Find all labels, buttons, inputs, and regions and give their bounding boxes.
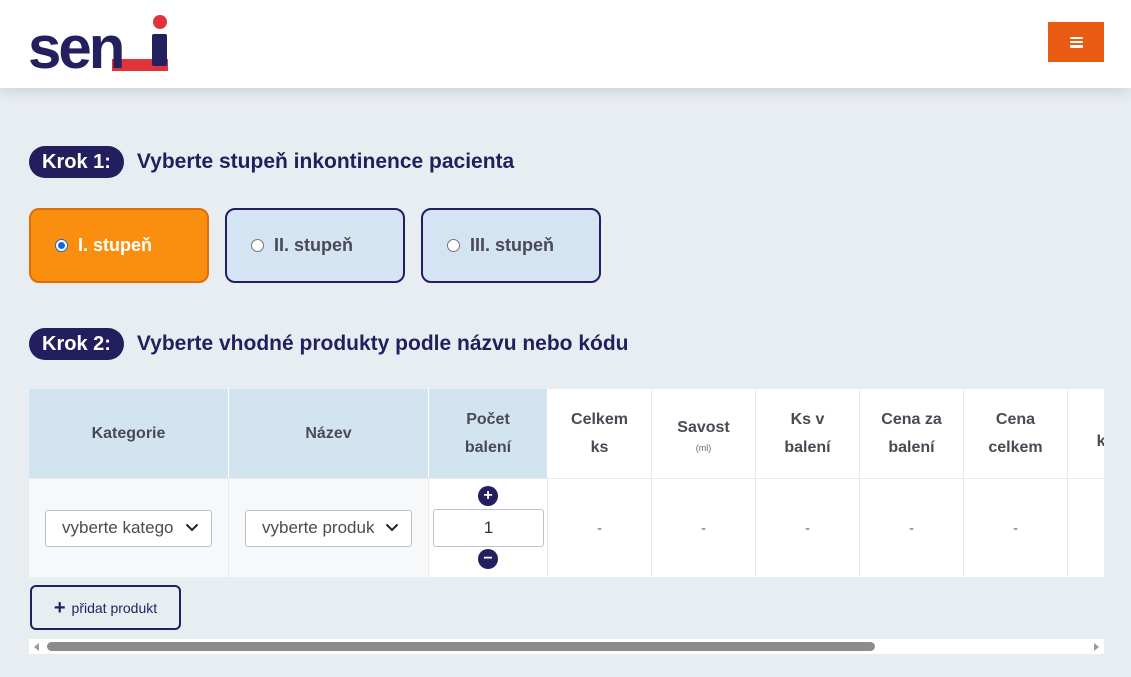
header-label: Kategorie — [91, 424, 166, 442]
site-header: sen — [0, 0, 1131, 88]
step-2-badge: Krok 2: — [29, 328, 124, 360]
add-product-button[interactable]: + přidat produkt — [30, 585, 181, 630]
degree-option-3[interactable]: III. stupeň — [421, 208, 601, 283]
chevron-down-icon — [185, 523, 199, 531]
increase-quantity-button[interactable]: + — [478, 486, 498, 506]
column-header-celkem-ks: Celkem ks — [548, 389, 652, 478]
column-header-kategorie: Kategorie — [29, 389, 229, 478]
select-value: vyberte produkt — [262, 518, 374, 537]
column-header-pocet-baleni: Počet balení — [429, 389, 548, 478]
plus-icon: + — [483, 487, 493, 504]
degree-option-2[interactable]: II. stupeň — [225, 208, 405, 283]
category-select[interactable]: vyberte kategorii — [45, 509, 212, 547]
hamburger-icon — [1069, 36, 1083, 48]
table-cell-savost: - — [652, 478, 756, 577]
step-1-badge: Krok 1: — [29, 146, 124, 178]
degree-option-1[interactable]: I. stupeň — [29, 208, 209, 283]
table-cell-cut-off — [1068, 478, 1104, 577]
header-label: ks — [590, 438, 609, 456]
radio-button[interactable] — [447, 239, 460, 252]
product-select[interactable]: vyberte produkt — [245, 509, 412, 547]
scroll-right-arrow-icon[interactable] — [1094, 643, 1099, 651]
horizontal-scrollbar[interactable] — [29, 639, 1104, 654]
degree-option-label: III. stupeň — [470, 235, 555, 255]
select-value: vyberte kategorii — [62, 518, 174, 537]
column-header-cut-off: Pks(1 — [1068, 389, 1104, 478]
header-label: Počet — [466, 410, 510, 428]
decrease-quantity-button[interactable]: − — [478, 549, 498, 569]
table-cell-nazev: vyberte produkt — [229, 478, 429, 577]
chevron-down-icon — [385, 523, 399, 531]
svg-text:sen: sen — [28, 14, 122, 74]
step-1-heading: Krok 1: Vyberte stupeň inkontinence paci… — [29, 146, 514, 178]
header-label: balení — [784, 438, 831, 456]
header-label: Cena za — [881, 410, 942, 428]
step-2-title: Vyberte vhodné produkty podle názvu nebo… — [136, 332, 629, 355]
column-header-cena-celkem: Cena celkem — [964, 389, 1068, 478]
header-unit: (ml) — [695, 442, 712, 453]
table-cell-pocet: + 1 − — [429, 478, 548, 577]
plus-icon: + — [53, 596, 66, 619]
table-cell-cena-celkem: - — [964, 478, 1068, 577]
degree-option-label: I. stupeň — [78, 235, 153, 255]
column-header-cena-za-baleni: Cena za balení — [860, 389, 964, 478]
header-label: celkem — [988, 438, 1043, 456]
column-header-nazev: Název — [229, 389, 429, 478]
scrollbar-thumb[interactable] — [47, 642, 875, 651]
header-label: ks — [1096, 432, 1104, 450]
header-label: Celkem — [571, 410, 628, 428]
table-cell-kategorie: vyberte kategorii — [29, 478, 229, 577]
quantity-input[interactable]: 1 — [433, 509, 544, 547]
degree-option-label: II. stupeň — [274, 235, 354, 255]
header-label: balení — [464, 438, 512, 456]
radio-button[interactable] — [55, 239, 68, 252]
table-cell-cena-za-baleni: - — [860, 478, 964, 577]
seni-logo[interactable]: sen — [28, 12, 173, 74]
step-2-heading: Krok 2: Vyberte vhodné produkty podle ná… — [29, 328, 629, 360]
column-header-savost: Savost (ml) — [652, 389, 756, 478]
header-label: Savost — [677, 418, 730, 436]
radio-button[interactable] — [251, 239, 264, 252]
header-label: Název — [305, 424, 352, 442]
table-cell-celkem-ks: - — [548, 478, 652, 577]
header-label: balení — [888, 438, 935, 456]
column-header-ks-v-baleni: Ks v balení — [756, 389, 860, 478]
header-label: Cena — [995, 410, 1036, 428]
scroll-left-arrow-icon[interactable] — [34, 643, 39, 651]
add-product-label: přidat produkt — [71, 599, 158, 616]
minus-icon: − — [483, 550, 493, 567]
step-1-title: Vyberte stupeň inkontinence pacienta — [136, 150, 515, 173]
header-label: Ks v — [790, 410, 825, 428]
header-unit: (1 — [1097, 456, 1104, 468]
hamburger-menu-button[interactable] — [1048, 22, 1104, 62]
product-table: Kategorie Název Počet balení Celkem ks Sav… — [29, 389, 1104, 577]
table-cell-ks-v-baleni: - — [756, 478, 860, 577]
